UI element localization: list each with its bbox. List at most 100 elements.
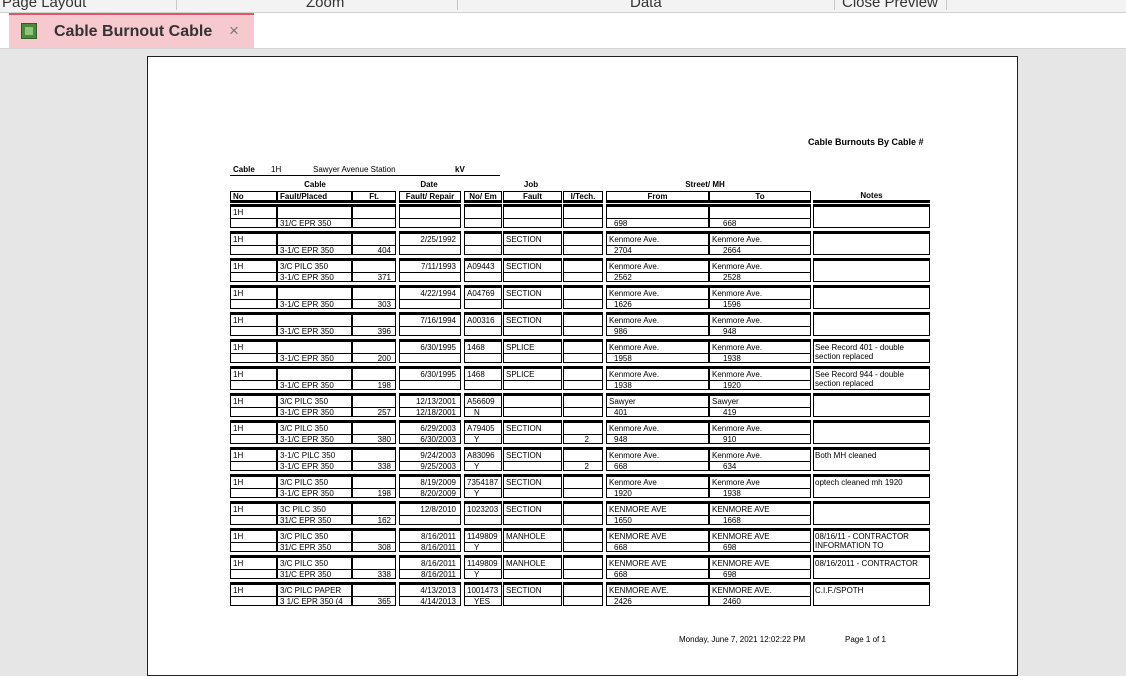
- table-cell: [399, 204, 461, 228]
- row-placed-cable: 3-1/C EPR 350: [280, 435, 334, 444]
- group-street-mh: Street/ MH: [685, 180, 725, 189]
- col-fault-placed: Fault/Placed: [277, 191, 352, 203]
- col-fault-repair: Fault/ Repair: [399, 191, 461, 203]
- table-row: 1H 3-1/C EPR 350 200 6/30/1995 1468 SPLICE Ken…: [230, 339, 930, 366]
- table-cell: [503, 393, 562, 417]
- row-ft: 365: [377, 597, 391, 606]
- row-from-street: Kenmore Ave.: [609, 289, 660, 298]
- table-row: 1H 3-1/C EPR 350 198 6/30/1995 1468 SPLICE Ken…: [230, 366, 930, 393]
- row-job-no: 1468: [467, 343, 485, 352]
- table-row: 1H 3-1/C EPR 350 396 7/16/1994 A00316 SECTION…: [230, 312, 930, 339]
- row-to-street: Kenmore Ave.: [712, 451, 763, 460]
- tab-cable-burnout-cable[interactable]: Cable Burnout Cable ×: [9, 13, 254, 48]
- row-placed-cable: 31/C EPR 350: [280, 219, 332, 228]
- row-em: Y: [474, 570, 480, 579]
- row-fault-date: 7/11/1993: [421, 262, 456, 271]
- row-notes: [815, 505, 928, 524]
- row-notes: [815, 289, 928, 308]
- row-placed-cable: 3-1/C EPR 350: [280, 354, 334, 363]
- row-no: 1H: [233, 532, 244, 541]
- row-ft: 371: [377, 273, 391, 282]
- ribbon-separator: [834, 0, 835, 10]
- row-ft: 338: [377, 462, 391, 471]
- table-cell: [464, 231, 502, 255]
- row-no: 1H: [233, 559, 244, 568]
- row-from-street: Kenmore Ave.: [609, 370, 660, 379]
- row-placed-cable: 31/C EPR 350: [280, 543, 332, 552]
- table-cell: [563, 528, 603, 552]
- row-placed-cable: 3-1/C EPR 350: [280, 246, 334, 255]
- row-no: 1H: [233, 424, 244, 433]
- row-job-no: A79405: [467, 424, 495, 433]
- row-fault-date: 9/24/2003: [420, 451, 456, 460]
- row-to-mh: 698: [723, 543, 737, 552]
- row-fault-cable: 3/C PILC 350: [280, 559, 329, 568]
- row-fault-cable: 3-1/C PILC 350: [280, 451, 336, 460]
- row-to-street: Kenmore Ave.: [712, 235, 763, 244]
- row-no: 1H: [233, 343, 244, 352]
- cable-label: Cable: [233, 165, 255, 174]
- ribbon-group-zoom[interactable]: Zoom: [306, 0, 344, 11]
- station-name: Sawyer Avenue Station: [313, 165, 396, 174]
- row-repair-date: 8/16/2011: [421, 543, 456, 552]
- row-em: Y: [474, 462, 480, 471]
- row-to-mh: 1938: [723, 354, 741, 363]
- table-row: 1H 3/C PILC 350 31/C EPR 350 308 8/16/2011 8/…: [230, 528, 930, 555]
- row-to-mh: 948: [723, 327, 737, 336]
- row-placed-cable: 3-1/C EPR 350: [280, 489, 334, 498]
- row-fault-date: 12/8/2010: [420, 505, 456, 514]
- row-job-fault: SECTION: [506, 451, 542, 460]
- table-row: 1H 3/C PILC 350 31/C EPR 350 338 8/16/2011 8/…: [230, 555, 930, 582]
- kv-label: kV: [455, 165, 465, 174]
- row-job-no: A56609: [467, 397, 495, 406]
- table-cell: [563, 366, 603, 390]
- col-itech: I/Tech.: [563, 191, 603, 203]
- row-placed-cable: 3-1/C EPR 350: [280, 408, 334, 417]
- ribbon-separator: [176, 0, 177, 10]
- row-repair-date: 8/20/2009: [420, 489, 456, 498]
- ribbon-group-page-layout[interactable]: Page Layout: [2, 0, 86, 11]
- row-from-street: Kenmore Ave.: [609, 235, 660, 244]
- ribbon-group-close-preview[interactable]: Close Preview: [842, 0, 938, 11]
- row-em: YES: [474, 597, 491, 606]
- row-to-street: Kenmore Ave.: [712, 370, 763, 379]
- row-job-fault: SECTION: [506, 478, 542, 487]
- row-em: Y: [474, 489, 480, 498]
- row-ft: 308: [377, 543, 391, 552]
- table-row: 1H 31/C EPR 350 698 668: [230, 204, 930, 231]
- row-from-mh: 986: [614, 327, 628, 336]
- row-from-street: Sawyer: [609, 397, 636, 406]
- row-from-street: Kenmore Ave.: [609, 262, 660, 271]
- row-no: 1H: [233, 316, 244, 325]
- row-to-street: Kenmore Ave.: [712, 262, 763, 271]
- row-fault-date: 8/16/2011: [421, 559, 456, 568]
- row-to-mh: 2528: [723, 273, 741, 282]
- row-job-fault: SECTION: [506, 316, 542, 325]
- report-title: Cable Burnouts By Cable #: [808, 137, 924, 147]
- row-no: 1H: [233, 451, 244, 460]
- row-ft: 380: [377, 435, 391, 444]
- row-job-no: 1149809: [467, 559, 498, 568]
- table-cell: [563, 474, 603, 498]
- row-job-no: 7354187: [467, 478, 499, 487]
- tab-title: Cable Burnout Cable: [54, 23, 213, 40]
- row-fault-cable: 3/C PILC 350: [280, 532, 329, 541]
- document-tab-bar: Cable Burnout Cable ×: [0, 13, 1126, 49]
- row-to-street: KENMORE AVE.: [712, 586, 772, 595]
- row-from-mh: 2704: [614, 246, 632, 255]
- col-no-em: No/ Em: [464, 191, 502, 203]
- col-ft: Ft.: [352, 191, 396, 203]
- row-from-mh: 1938: [614, 381, 632, 390]
- ribbon-group-data[interactable]: Data: [630, 0, 662, 11]
- row-notes: See Record 944 - double section replaced: [815, 370, 904, 388]
- row-fault-date: 4/13/2013: [420, 586, 456, 595]
- row-repair-date: 12/18/2001: [415, 408, 456, 417]
- col-from: From: [606, 191, 709, 203]
- group-job: Job: [523, 180, 539, 189]
- ribbon-separator: [946, 0, 947, 10]
- close-icon[interactable]: ×: [229, 21, 239, 41]
- report-footer-page: Page 1 of 1: [845, 635, 886, 644]
- row-repair-date: 8/16/2011: [421, 570, 456, 579]
- row-placed-cable: 3 1/C EPR 350 (4: [280, 597, 343, 606]
- row-no: 1H: [233, 262, 244, 271]
